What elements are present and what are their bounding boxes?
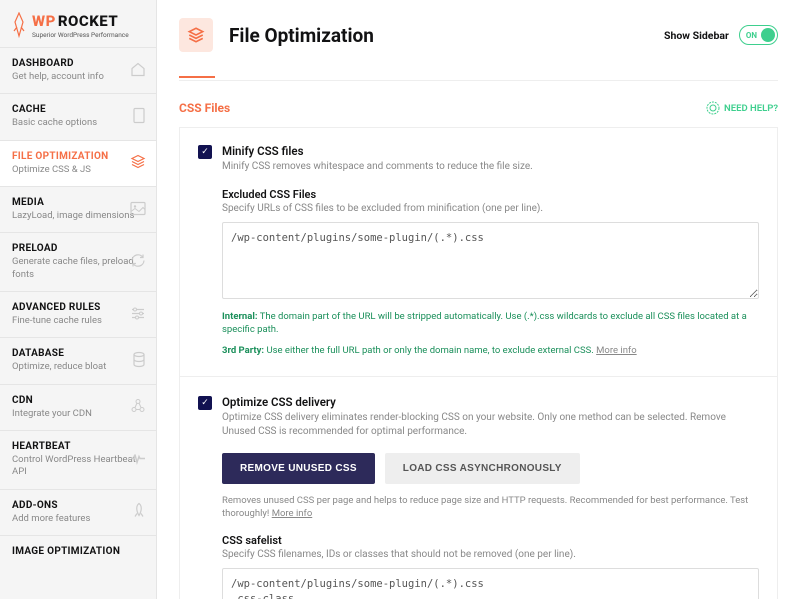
excluded-css-label: Excluded CSS Files <box>222 188 759 201</box>
network-icon <box>130 398 146 417</box>
image-icon <box>130 201 146 218</box>
css-files-panel: ✓ Minify CSS files Minify CSS removes wh… <box>179 127 778 599</box>
heartbeat-icon <box>130 451 146 468</box>
toggle-knob <box>761 28 775 42</box>
nav-dashboard[interactable]: DASHBOARDGet help, account info <box>0 47 156 93</box>
more-info-link[interactable]: More info <box>272 508 313 519</box>
help-icon <box>706 101 720 115</box>
page-header: File Optimization Show Sidebar ON <box>179 18 778 52</box>
nav-media[interactable]: MEDIALazyLoad, image dimensions <box>0 186 156 232</box>
active-tab-indicator <box>179 76 215 78</box>
section-title: CSS Files <box>179 101 230 115</box>
nav-database[interactable]: DATABASEOptimize, reduce bloat <box>0 337 156 383</box>
optimize-css-label: Optimize CSS delivery <box>222 395 759 409</box>
excluded-css-desc: Specify URLs of CSS files to be excluded… <box>222 203 759 214</box>
need-help-link[interactable]: NEED HELP? <box>706 101 778 115</box>
show-sidebar-label: Show Sidebar <box>664 29 729 42</box>
css-safelist-label: CSS safelist <box>222 534 759 547</box>
nav-preload[interactable]: PRELOADGenerate cache files, preload fon… <box>0 232 156 291</box>
logo-tagline: Superior WordPress Performance <box>32 31 129 39</box>
minify-css-checkbox[interactable]: ✓ <box>198 145 212 159</box>
more-info-link[interactable]: More info <box>596 345 637 356</box>
nav-cdn[interactable]: CDNIntegrate your CDN <box>0 384 156 430</box>
nav-addons[interactable]: ADD-ONSAdd more features <box>0 489 156 535</box>
nav-cache[interactable]: CACHEBasic cache options <box>0 93 156 139</box>
css-safelist-desc: Specify CSS filenames, IDs or classes th… <box>222 549 759 560</box>
rocket-icon <box>10 12 28 38</box>
minify-css-desc: Minify CSS removes whitespace and commen… <box>222 160 759 174</box>
sliders-icon <box>130 306 146 323</box>
nav-image-optimization[interactable]: IMAGE OPTIMIZATION <box>0 535 156 567</box>
css-safelist-textarea[interactable] <box>222 568 759 599</box>
optimize-css-desc: Optimize CSS delivery eliminates render-… <box>222 411 759 439</box>
main-content: File Optimization Show Sidebar ON CSS Fi… <box>157 0 800 599</box>
layers-icon <box>130 154 146 173</box>
page-title: File Optimization <box>229 24 374 47</box>
minify-css-label: Minify CSS files <box>222 144 759 158</box>
excluded-css-textarea[interactable] <box>222 222 759 299</box>
nav-file-optimization[interactable]: FILE OPTIMIZATIONOptimize CSS & JS <box>0 140 156 186</box>
remove-unused-css-button[interactable]: REMOVE UNUSED CSS <box>222 453 375 484</box>
logo-wp: WP <box>32 12 56 30</box>
sidebar-toggle[interactable]: ON <box>739 25 778 45</box>
load-css-async-button[interactable]: LOAD CSS ASYNCHRONOUSLY <box>385 453 580 484</box>
logo-rocket: ROCKET <box>58 12 118 30</box>
logo: WPROCKET Superior WordPress Performance <box>0 0 156 47</box>
nav-advanced-rules[interactable]: ADVANCED RULESFine-tune cache rules <box>0 291 156 337</box>
sidebar: WPROCKET Superior WordPress Performance … <box>0 0 157 599</box>
nav-heartbeat[interactable]: HEARTBEATControl WordPress Heartbeat API <box>0 430 156 489</box>
optimize-css-checkbox[interactable]: ✓ <box>198 396 212 410</box>
database-icon <box>132 352 146 371</box>
file-icon <box>132 108 146 127</box>
home-icon <box>130 61 146 80</box>
refresh-icon <box>130 253 146 272</box>
rocket-icon <box>132 503 146 522</box>
layers-icon <box>179 18 213 52</box>
